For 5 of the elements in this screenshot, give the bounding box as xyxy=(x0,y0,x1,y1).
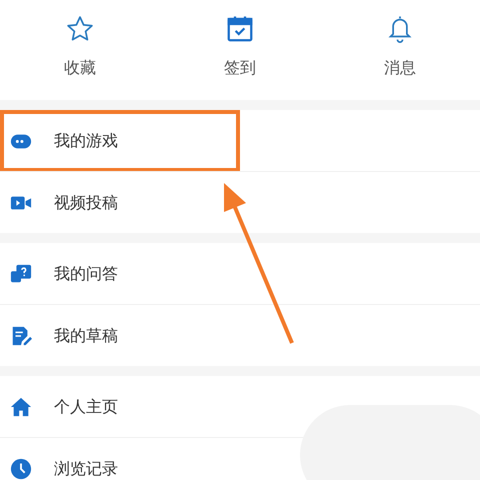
clock-icon xyxy=(10,458,32,480)
question-chat-icon xyxy=(10,262,32,284)
calendar-check-icon xyxy=(225,14,255,44)
document-edit-icon xyxy=(10,324,32,346)
home-icon xyxy=(10,396,32,418)
